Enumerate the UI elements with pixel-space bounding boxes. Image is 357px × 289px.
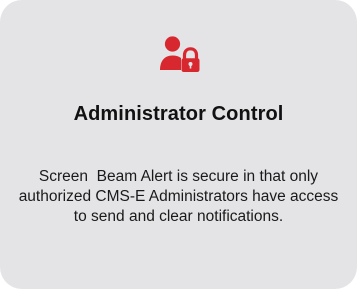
card-description: Screen Beam Alert is secure in that only…: [18, 168, 339, 225]
admin-control-card: Administrator Control Screen Beam Alert …: [0, 0, 357, 289]
card-title: Administrator Control: [73, 103, 284, 125]
user-lock-icon: [159, 34, 201, 76]
